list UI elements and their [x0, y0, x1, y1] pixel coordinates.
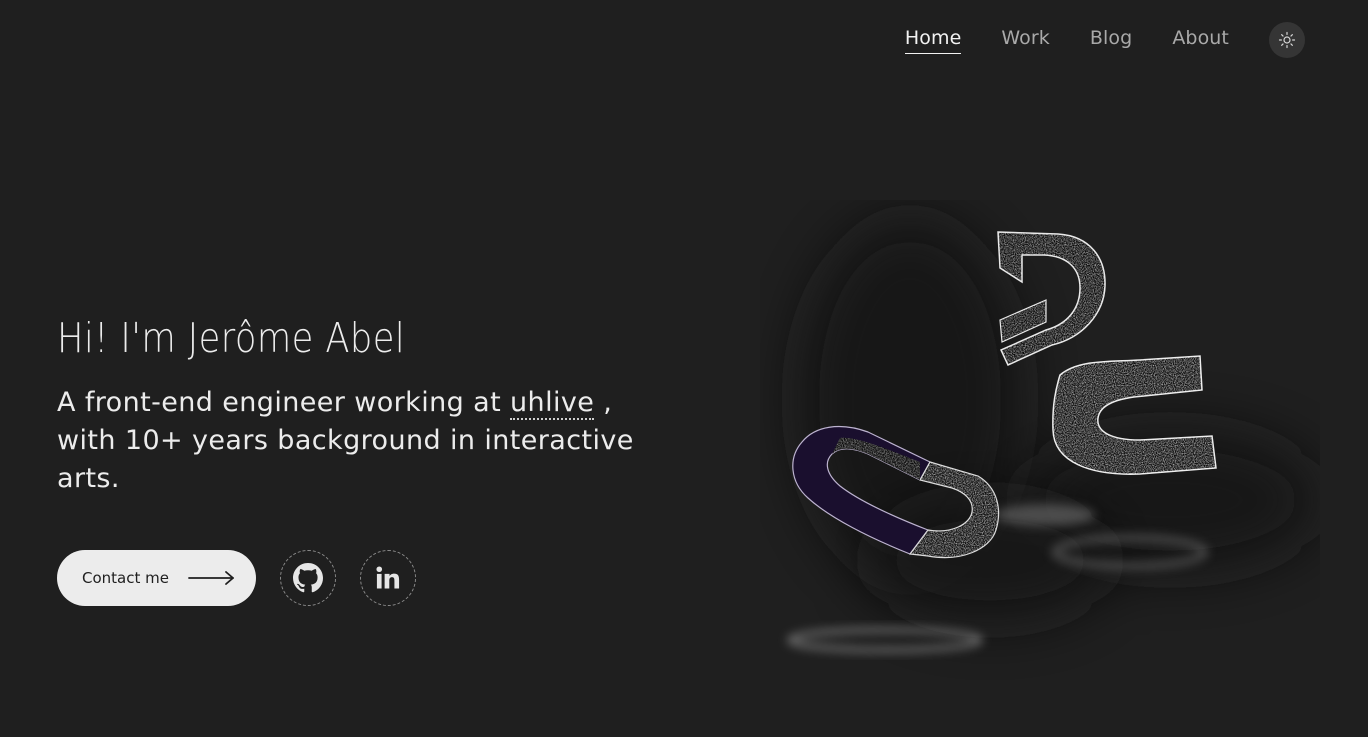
hero-title: Hi! I'm Jerôme Abel: [57, 314, 406, 362]
page: Home Work Blog About Hi! I'm Jerôme Abel…: [0, 0, 1368, 737]
nav-about[interactable]: About: [1172, 27, 1229, 54]
magnet-top: [997, 231, 1106, 366]
github-link[interactable]: [280, 550, 336, 606]
contact-button[interactable]: Contact me: [57, 550, 256, 606]
nav-work[interactable]: Work: [1001, 27, 1050, 54]
contact-button-label: Contact me: [82, 569, 169, 587]
hero-actions: Contact me: [57, 550, 416, 606]
linkedin-link[interactable]: [360, 550, 416, 606]
sun-icon: [1278, 31, 1296, 49]
theme-toggle-button[interactable]: [1269, 22, 1305, 58]
github-icon: [293, 563, 323, 593]
arrow-right-icon: [188, 571, 234, 585]
hero: Hi! I'm Jerôme Abel A front-end engineer…: [57, 308, 657, 498]
magnet-right: [1052, 355, 1217, 475]
main-nav: Home Work Blog About: [904, 22, 1305, 58]
nav-home[interactable]: Home: [904, 27, 962, 54]
linkedin-icon: [376, 566, 400, 589]
company-link[interactable]: uhlive: [510, 387, 595, 420]
nav-blog[interactable]: Blog: [1090, 27, 1132, 54]
magnets-illustration: [787, 220, 1320, 653]
hero-subtitle: A front-end engineer working at uhlive ,…: [57, 384, 647, 498]
hero-subtitle-prefix: A front-end engineer working at: [57, 387, 511, 418]
